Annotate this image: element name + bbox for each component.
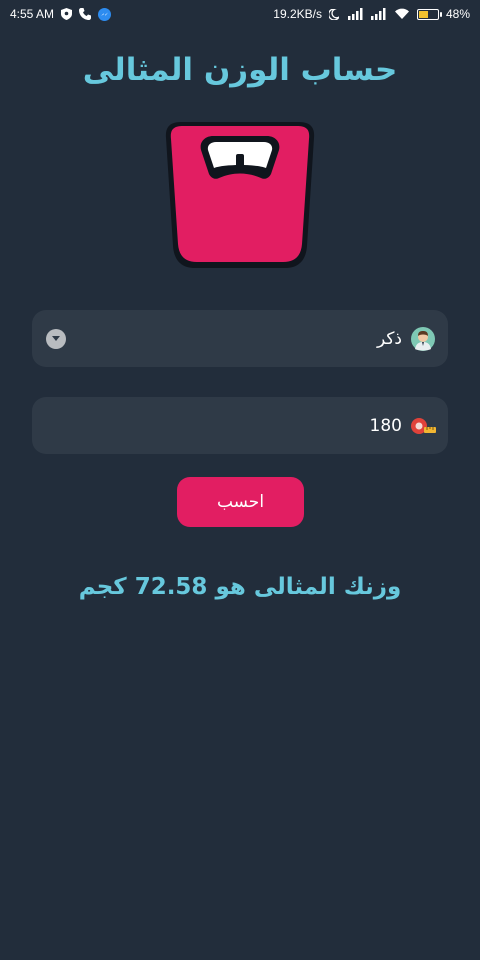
signal-icon [346, 8, 364, 20]
wifi-icon [394, 8, 410, 20]
messenger-icon [98, 7, 112, 21]
result-text: وزنك المثالى هو 72.58 كجم [78, 574, 402, 600]
moon-icon [328, 8, 339, 20]
network-speed: 19.2KB/s [273, 7, 322, 21]
gender-selected-value: ذكر [376, 328, 402, 349]
status-bar-right: 19.2KB/s 48% [273, 7, 470, 21]
calculate-button[interactable]: احسب [177, 477, 304, 527]
phone-icon [79, 8, 92, 20]
status-bar: 4:55 AM 19.2KB/s 48% [0, 0, 480, 28]
shield-icon [61, 8, 73, 20]
signal-icon-2 [370, 8, 387, 20]
gender-dropdown[interactable]: ذكر [32, 310, 448, 367]
battery-level [418, 10, 428, 18]
weighing-scale-icon [161, 118, 319, 272]
status-bar-left: 4:55 AM [10, 7, 112, 21]
tape-measure-icon [410, 413, 436, 439]
height-field[interactable] [32, 397, 448, 454]
battery-percent: 48% [445, 7, 470, 21]
man-avatar-icon [410, 326, 436, 352]
status-time: 4:55 AM [10, 7, 55, 21]
battery-icon [416, 8, 442, 20]
chevron-down-icon[interactable] [46, 328, 66, 349]
page-title: حساب الوزن المثالى [82, 52, 398, 88]
app-screen: 4:55 AM 19.2KB/s 48% حساب الوزن المثالى … [0, 0, 480, 960]
height-input[interactable] [46, 415, 402, 436]
